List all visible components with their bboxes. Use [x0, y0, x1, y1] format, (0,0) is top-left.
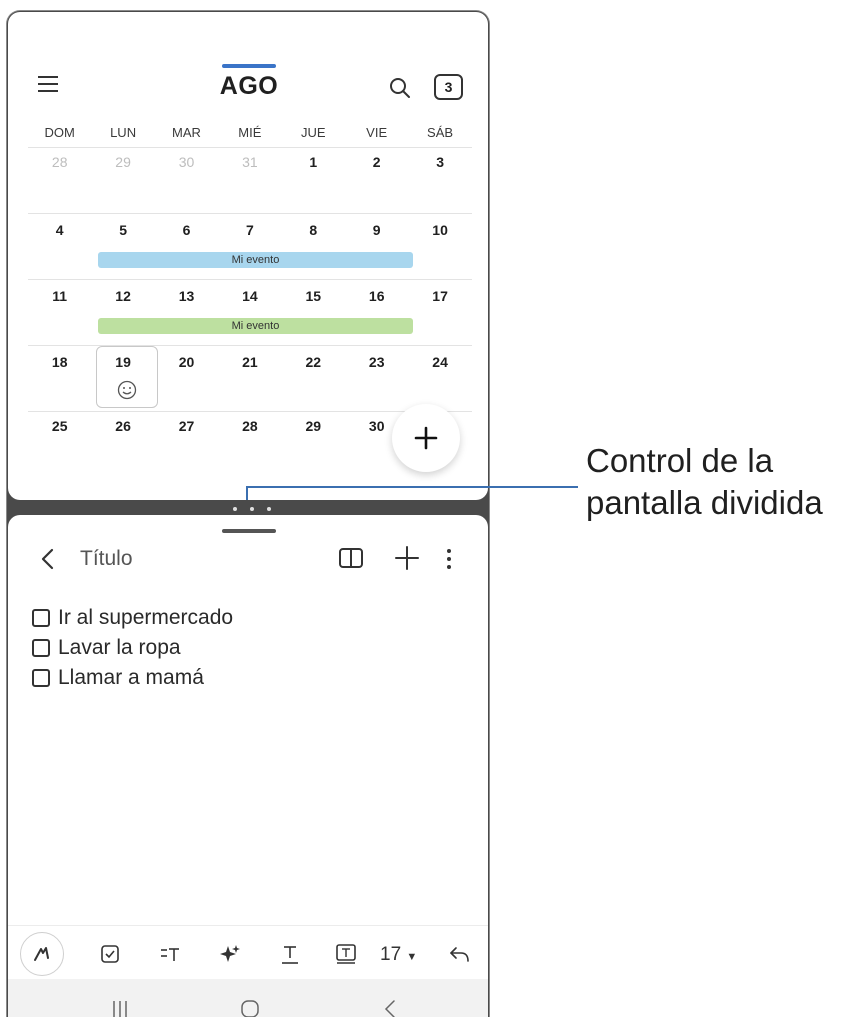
note-title[interactable]: Título — [80, 547, 133, 571]
weekday-label: VIE — [366, 125, 388, 140]
checklist-item-label: Llamar a mamá — [58, 666, 204, 689]
calendar-day[interactable]: 26 — [91, 418, 154, 434]
calendar-day[interactable]: 18 — [28, 354, 91, 370]
calendar-day[interactable]: 25 — [28, 418, 91, 434]
calendar-day[interactable]: 15 — [282, 288, 345, 304]
checkbox[interactable] — [32, 669, 50, 687]
notes-pane: Título Ir al supermercado Lavar la ropa … — [8, 515, 488, 1017]
weekday-label: SÁB — [427, 125, 454, 140]
calendar-day[interactable]: 7 — [218, 222, 281, 238]
calendar-day[interactable]: 8 — [282, 222, 345, 238]
calendar-header: AGO 3 — [8, 12, 488, 122]
callout-line — [246, 486, 578, 488]
pen-mode-button[interactable] — [20, 932, 64, 976]
calendar-day[interactable]: 30 — [155, 154, 218, 170]
checklist: Ir al supermercado Lavar la ropa Llamar … — [32, 603, 233, 693]
weekday-label: DOM — [44, 125, 75, 140]
add-icon[interactable] — [394, 545, 420, 571]
calendar-day[interactable]: 28 — [218, 418, 281, 434]
checklist-item[interactable]: Lavar la ropa — [32, 633, 233, 663]
calendar-week: 28 29 30 31 1 2 3 — [28, 147, 472, 213]
search-icon[interactable] — [388, 76, 412, 100]
checklist-item[interactable]: Llamar a mamá — [32, 663, 233, 693]
notes-toolbar: Título — [8, 539, 488, 579]
calendar-day[interactable]: 22 — [282, 354, 345, 370]
calendar-week: 11 12 13 14 15 16 17 Mi evento — [28, 279, 472, 345]
smiley-sticker-icon — [117, 380, 137, 400]
calendar-day[interactable]: 10 — [408, 222, 471, 238]
checkbox[interactable] — [32, 609, 50, 627]
calendar-day[interactable]: 24 — [408, 354, 471, 370]
calendar-day[interactable]: 3 — [408, 154, 471, 170]
recent-apps-icon[interactable] — [108, 997, 132, 1017]
calendar-day[interactable]: 11 — [28, 288, 91, 304]
calendar-day[interactable]: 5 — [91, 222, 154, 238]
calendar-day[interactable]: 2 — [345, 154, 408, 170]
split-screen-handle[interactable] — [233, 505, 271, 513]
calendar-day[interactable]: 29 — [91, 154, 154, 170]
weekday-label: MIÉ — [238, 125, 262, 140]
checkbox-insert-icon[interactable] — [98, 942, 122, 966]
weekday-label: LUN — [110, 125, 137, 140]
calendar-day[interactable]: 17 — [408, 288, 471, 304]
drag-bar[interactable] — [222, 529, 276, 533]
calendar-day[interactable]: 29 — [282, 418, 345, 434]
calendar-day[interactable]: 16 — [345, 288, 408, 304]
calendar-week: 4 5 6 7 8 9 10 Mi evento — [28, 213, 472, 279]
callout-pointer — [246, 486, 248, 500]
calendar-day[interactable]: 4 — [28, 222, 91, 238]
today-button[interactable]: 3 — [434, 74, 463, 100]
more-options-icon[interactable] — [444, 547, 454, 571]
callout-label: Control de la pantalla dividida — [586, 440, 823, 524]
calendar-day[interactable]: 23 — [345, 354, 408, 370]
add-event-button[interactable] — [392, 404, 460, 472]
pen-icon — [34, 947, 49, 961]
calendar-day[interactable]: 6 — [155, 222, 218, 238]
formatting-toolbar: 17 ▼ — [8, 925, 488, 979]
checkbox[interactable] — [32, 639, 50, 657]
calendar-day[interactable]: 19 — [91, 354, 154, 370]
calendar-day[interactable]: 12 — [91, 288, 154, 304]
callout-line-2: pantalla dividida — [586, 484, 823, 521]
text-style-icon[interactable] — [158, 942, 182, 966]
undo-icon[interactable] — [448, 942, 472, 966]
event-bar[interactable]: Mi evento — [98, 318, 413, 334]
calendar-day[interactable]: 1 — [282, 154, 345, 170]
phone-frame: AGO 3 DOM LUN MAR MIÉ JUE VIE SÁB 28 29 … — [6, 10, 490, 1017]
calendar-week: 18 19 20 21 22 23 24 — [28, 345, 472, 411]
calendar-day[interactable]: 20 — [155, 354, 218, 370]
calendar-day[interactable]: 31 — [218, 154, 281, 170]
checklist-item[interactable]: Ir al supermercado — [32, 603, 233, 633]
plus-icon — [414, 426, 438, 450]
calendar-day[interactable]: 13 — [155, 288, 218, 304]
calendar-day[interactable]: 27 — [155, 418, 218, 434]
system-navigation-bar — [8, 979, 488, 1017]
event-bar[interactable]: Mi evento — [98, 252, 413, 268]
menu-icon[interactable] — [38, 76, 58, 92]
callout-line-1: Control de la — [586, 442, 774, 479]
calendar-day[interactable]: 28 — [28, 154, 91, 170]
text-underline-icon[interactable] — [278, 942, 302, 966]
back-arrow-icon[interactable] — [38, 547, 58, 571]
calendar-pane: AGO 3 DOM LUN MAR MIÉ JUE VIE SÁB 28 29 … — [8, 12, 488, 500]
back-icon[interactable] — [378, 997, 402, 1017]
home-icon[interactable] — [238, 997, 262, 1017]
font-size-select[interactable]: 17 ▼ — [380, 944, 417, 966]
calendar-day[interactable]: 9 — [345, 222, 408, 238]
month-accent-bar — [222, 64, 276, 68]
calendar-day[interactable]: 21 — [218, 354, 281, 370]
chevron-down-icon: ▼ — [406, 951, 418, 963]
font-size-value: 17 — [380, 944, 402, 965]
weekday-label: JUE — [300, 125, 326, 140]
book-icon[interactable] — [338, 547, 364, 569]
weekday-label: MAR — [172, 125, 201, 140]
weekday-header: DOM LUN MAR MIÉ JUE VIE SÁB — [28, 125, 472, 140]
text-box-icon[interactable] — [334, 942, 358, 966]
month-title[interactable]: AGO — [188, 72, 310, 101]
checklist-item-label: Ir al supermercado — [58, 606, 234, 629]
calendar-day[interactable]: 14 — [218, 288, 281, 304]
checklist-item-label: Lavar la ropa — [58, 636, 181, 659]
ai-sparkle-icon[interactable] — [218, 942, 242, 966]
